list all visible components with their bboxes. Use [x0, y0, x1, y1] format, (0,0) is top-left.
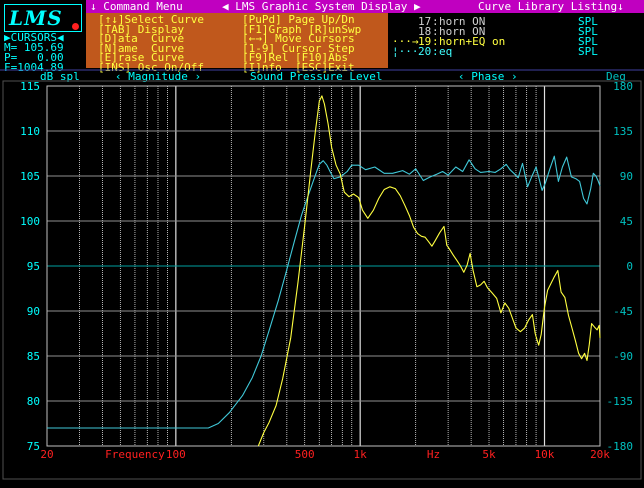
- x-axis-label: Frequency: [105, 448, 165, 461]
- x-tick-label: 1k: [354, 448, 368, 461]
- command-menu-box: [↑↓]Select Curve [TAB] Display [D]ata Cu…: [86, 13, 388, 73]
- library-row-number: 20: [418, 45, 432, 58]
- library-row-name: eq: [439, 45, 453, 58]
- right-tick-label: 135: [613, 125, 633, 138]
- right-tick-label: -180: [607, 440, 634, 453]
- spl-chart[interactable]: dB spl ‹ Magnitude › Sound Pressure Leve…: [0, 69, 644, 484]
- command-menu-title[interactable]: ↓ Command Menu: [90, 1, 183, 12]
- right-tick-label: 45: [620, 215, 633, 228]
- right-tick-label: -135: [607, 395, 634, 408]
- panel-border: [2, 80, 642, 480]
- library-row-20[interactable]: ¦··· 20 : eq SPL: [392, 45, 640, 58]
- library-row-type: SPL: [578, 45, 598, 58]
- left-tick-label: 90: [27, 305, 40, 318]
- left-tick-label: 110: [20, 125, 40, 138]
- left-tick-label: 95: [27, 260, 40, 273]
- command-menu-right-column: [PuPd] Page Up/Dn [F1]Graph [R]unSwp [←→…: [242, 14, 361, 73]
- library-row-prefix: ¦···: [392, 45, 419, 58]
- chart-curves: [47, 95, 601, 447]
- magnitude-curve: [257, 95, 601, 447]
- menu-bar: ↓ Command Menu ◀ LMS Graphic System Disp…: [86, 0, 644, 13]
- right-tick-label: -90: [613, 350, 633, 363]
- left-tick-label: 115: [20, 80, 40, 93]
- right-tick-label: 180: [613, 80, 633, 93]
- left-tick-label: 105: [20, 170, 40, 183]
- lms-logo: LMS: [4, 4, 82, 32]
- x-tick-label: 10k: [535, 448, 555, 461]
- right-tick-label: 90: [620, 170, 633, 183]
- left-tick-label: 85: [27, 350, 40, 363]
- x-tick-label: 20: [40, 448, 53, 461]
- chart-panel: dB spl ‹ Magnitude › Sound Pressure Leve…: [0, 69, 644, 484]
- left-tick-label: 100: [20, 215, 40, 228]
- x-tick-label: 5k: [482, 448, 496, 461]
- curve-library-title[interactable]: Curve Library Listing↓: [478, 1, 624, 12]
- curve-library-listing: 17 : horn ON SPL 18 : horn ON SPL ···→ 1…: [392, 13, 642, 68]
- right-axis-ticks: 180 135 90 45 0 -45 -90 -135 -180: [607, 80, 634, 453]
- graphic-display-title[interactable]: ◀ LMS Graphic System Display ▶: [222, 1, 421, 12]
- logo-text: LMS: [9, 6, 63, 30]
- registered-mark-icon: [72, 23, 79, 30]
- x-tick-label: 100: [166, 448, 186, 461]
- left-tick-label: 80: [27, 395, 40, 408]
- chart-grid: [46, 85, 601, 447]
- cursor-readout: ▶CURSORS◀ M= 105.69 P= 0.00 F=1004.89: [4, 32, 82, 73]
- x-axis-ticks: 20 100 500 1k Hz 5k 10k 20k Frequency: [40, 448, 610, 461]
- x-tick-label: 20k: [590, 448, 610, 461]
- right-tick-label: 0: [626, 260, 633, 273]
- left-axis-ticks: 115 110 105 100 95 90 85 80 75: [20, 80, 40, 453]
- x-tick-label: 500: [295, 448, 315, 461]
- command-menu-left-column: [↑↓]Select Curve [TAB] Display [D]ata Cu…: [98, 14, 204, 73]
- left-tick-label: 75: [27, 440, 40, 453]
- right-tick-label: -45: [613, 305, 633, 318]
- phase-curve: [47, 155, 601, 429]
- x-tick-label: Hz: [427, 448, 440, 461]
